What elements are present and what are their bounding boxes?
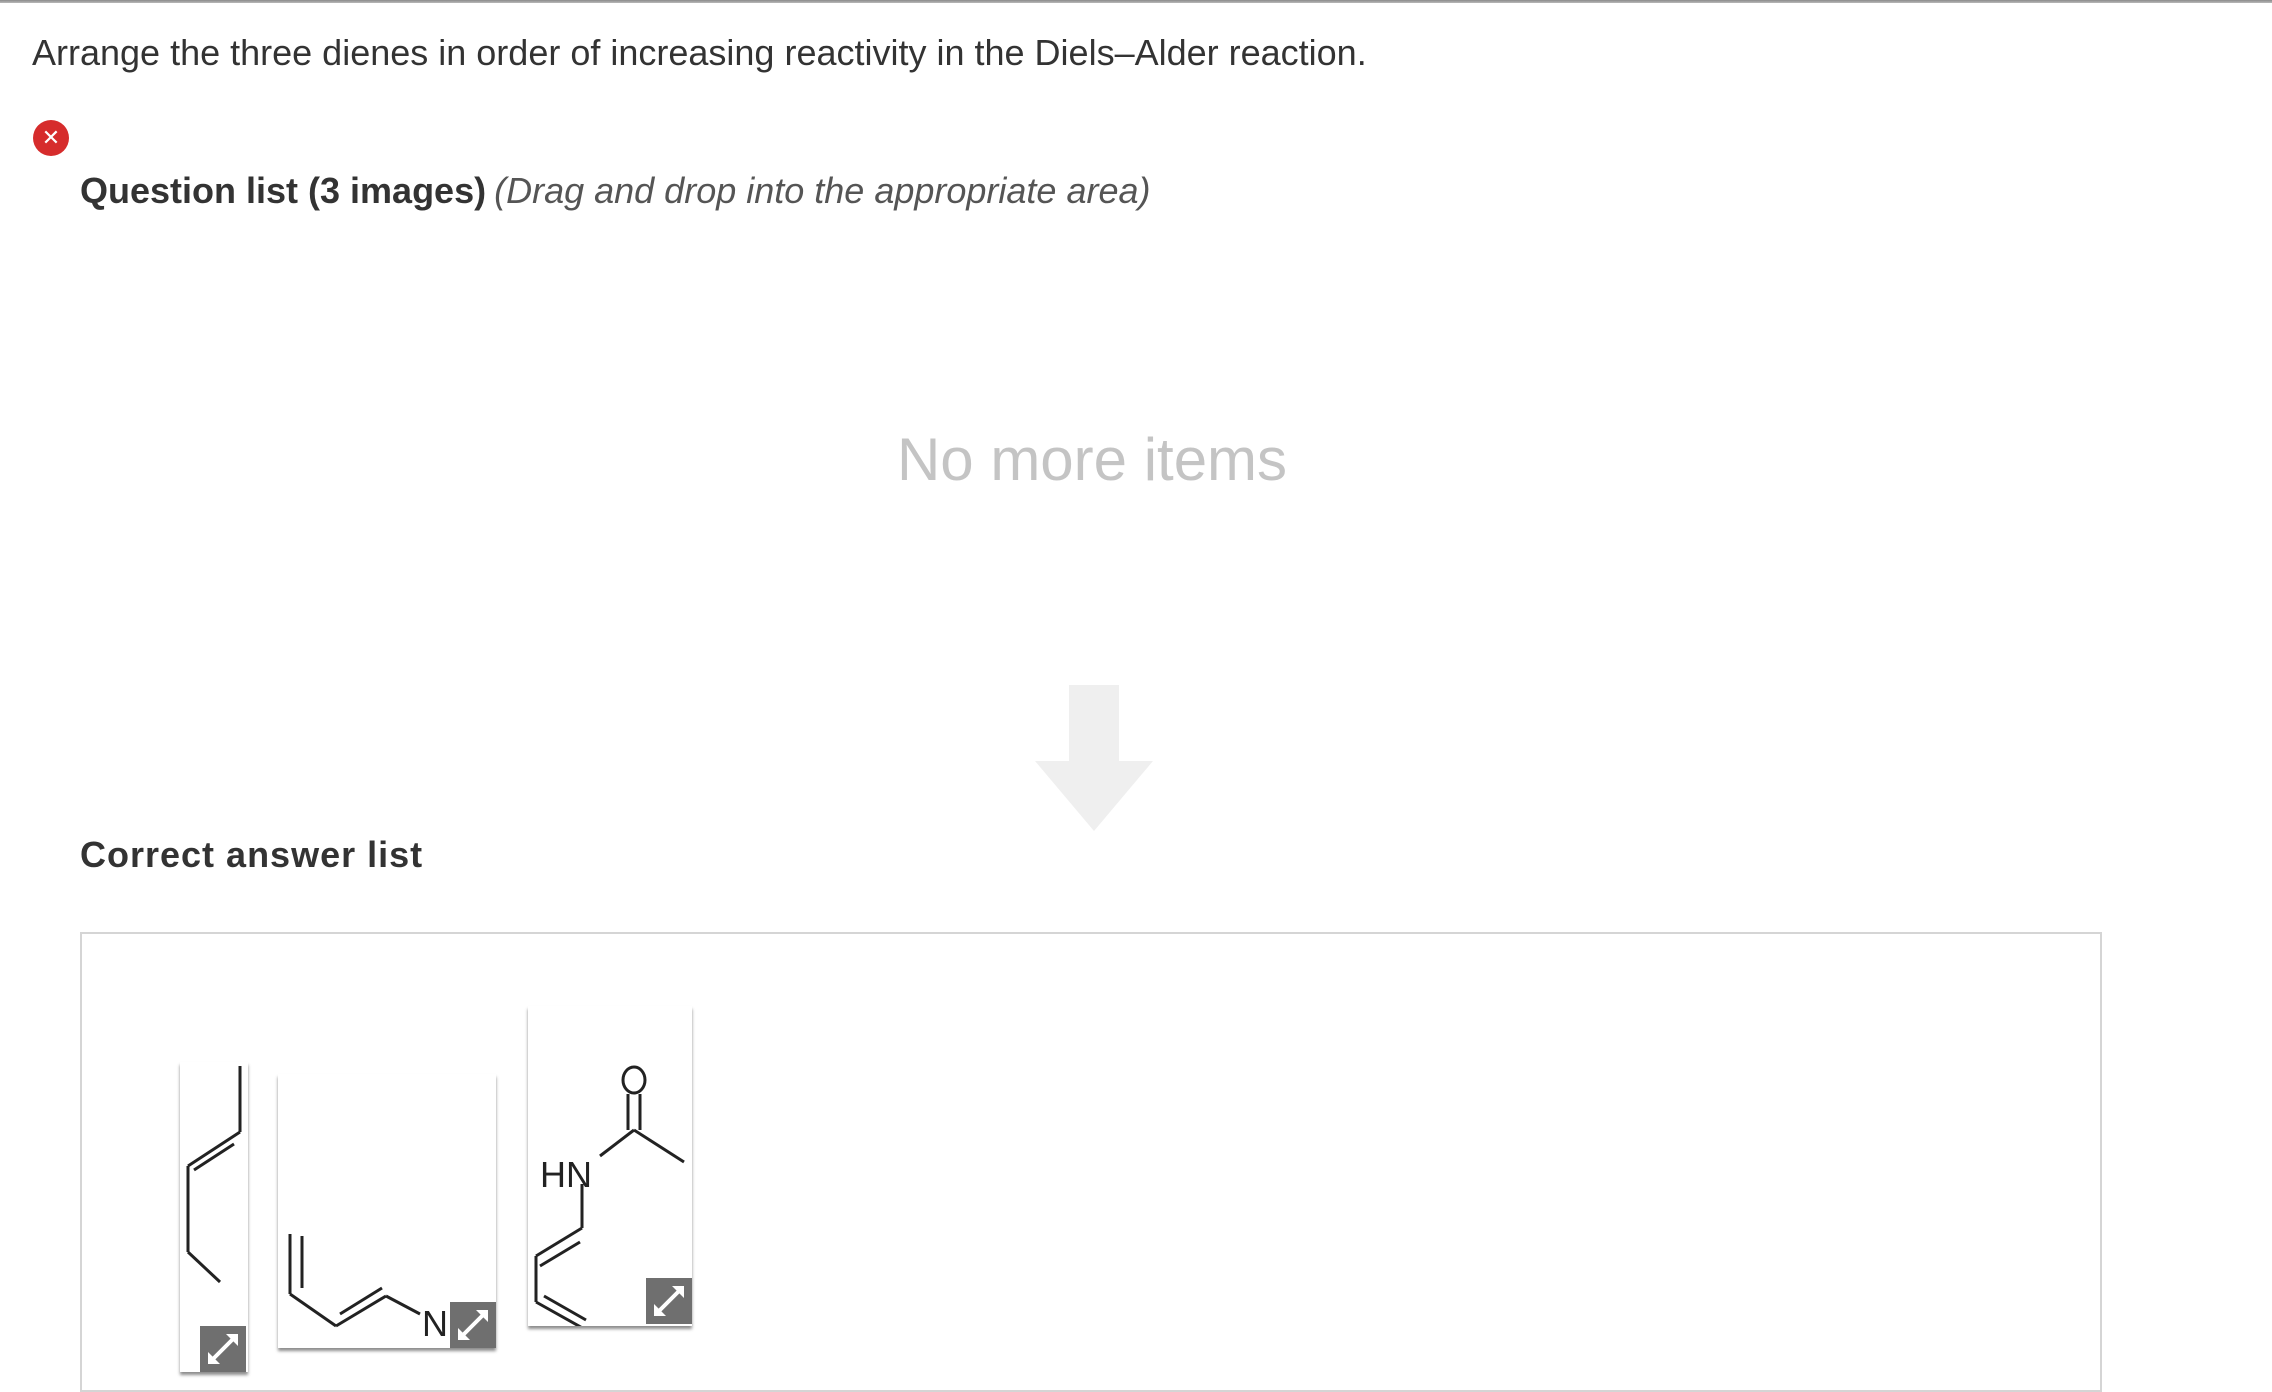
diene-tile-3[interactable]: HN (528, 1006, 692, 1326)
answer-drop-zone[interactable]: NH 2 (80, 932, 2102, 1392)
expand-icon[interactable] (200, 1326, 246, 1372)
question-list-empty-message: No more items (896, 426, 1288, 493)
diene-tile-1[interactable] (180, 1062, 248, 1372)
expand-arrows-icon (458, 1310, 488, 1340)
top-divider (0, 0, 2272, 3)
question-list-heading: Question list (3 images) (Drag and drop i… (80, 170, 1151, 212)
expand-icon[interactable] (646, 1278, 692, 1324)
arrow-down-icon (1035, 685, 1153, 831)
question-list-title: Question list (3 images) (80, 170, 487, 211)
diene-3-label-hn: HN (540, 1154, 592, 1195)
diene-tile-2[interactable]: NH 2 (278, 1074, 496, 1348)
answer-list-heading: Correct answer list (80, 834, 424, 875)
expand-arrows-icon (208, 1334, 238, 1364)
question-list-hint: (Drag and drop into the appropriate area… (494, 170, 1151, 211)
question-prompt: Arrange the three dienes in order of inc… (32, 32, 1367, 73)
expand-icon[interactable] (450, 1302, 496, 1348)
error-x-icon: ✕ (33, 120, 69, 156)
expand-arrows-icon (654, 1286, 684, 1316)
